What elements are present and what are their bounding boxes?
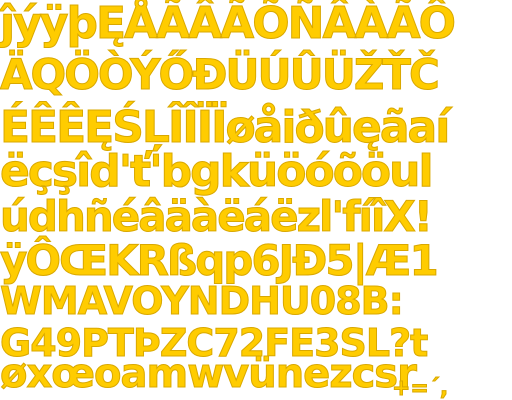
glyph-row-6: ÿÔŒKRßqp6JĐ5|Æ1 — [0, 236, 439, 285]
glyph-row-7: WMAVOYNDHU08B: — [0, 279, 404, 323]
glyph-row-10: +=´, — [392, 376, 449, 400]
glyph-row-4: ëçşîd'ť'bgküöóõöul — [0, 146, 434, 197]
glyph-row-5: údhñéâäàëáëzl'fíîX! — [0, 192, 433, 241]
glyph-row-3: ÉÊÊĘŚĻÎÎÏÏøåiðûęãaí — [0, 102, 451, 153]
glyph-row-2: ÄQÖÒÝŐĐÜÚÛÜŽŤČ — [0, 50, 440, 99]
glyph-atlas-sheet: ĵýÿþĘÅÃÂÃÕÑÂÀÃÔ ÄQÖÒÝŐĐÜÚÛÜŽŤČ ÉÊÊĘŚĻÎÎÏ… — [0, 0, 512, 400]
glyph-row-1: ĵýÿþĘÅÃÂÃÕÑÂÀÃÔ — [0, 0, 457, 49]
